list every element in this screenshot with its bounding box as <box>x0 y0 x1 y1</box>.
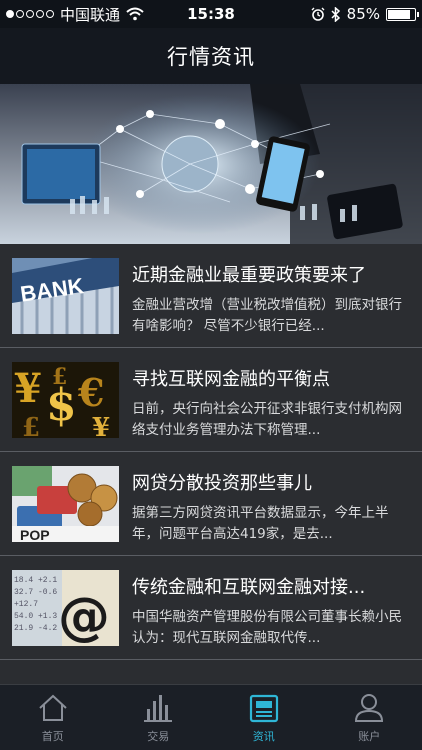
article-title: 寻找互联网金融的平衡点 <box>132 369 330 390</box>
battery-icon <box>386 7 419 21</box>
status-bar: 中国联通 15:38 85% <box>0 0 422 28</box>
tab-label: 交易 <box>147 730 170 743</box>
svg-text:£: £ <box>22 413 40 438</box>
list-item[interactable]: ¥ $ € £ ¥ £ 寻找互联网金融的平衡点 日前，央行向社会公开征求非银行支… <box>0 348 422 452</box>
article-summary: 中国华融资产管理股份有限公司董事长赖小民认为：现代互联网金融取代传... <box>132 609 402 646</box>
svg-text:+12.7: +12.7 <box>14 600 38 609</box>
tab-label: 首页 <box>41 730 64 743</box>
article-summary: 日前，央行向社会公开征求非银行支付机构网络支付业务管理办法下称管理... <box>132 401 402 438</box>
bluetooth-icon <box>331 6 340 22</box>
article-list: BANK 近期金融业最重要政策要来了 金融业营改增（营业税改增值税）到底对银行有… <box>0 244 422 660</box>
tab-account[interactable]: 账户 <box>317 685 422 750</box>
svg-text:£: £ <box>52 364 67 390</box>
svg-text:32.7 -0.6: 32.7 -0.6 <box>14 588 57 597</box>
currency-symbols-image: ¥ $ € £ ¥ £ <box>12 362 119 438</box>
article-summary: 金融业营改增（营业税改增值税）到底对银行有啥影响？ 尽管不少银行已经... <box>132 297 402 334</box>
article-summary: 据第三方网贷资讯平台数据显示，今年上半年，问题平台高达419家，是去... <box>132 505 389 542</box>
user-icon <box>355 694 384 722</box>
bank-building-image: BANK <box>12 258 119 334</box>
network-globe-illustration <box>0 84 422 244</box>
svg-text:54.0 +1.3: 54.0 +1.3 <box>14 612 57 621</box>
list-item[interactable]: BANK 近期金融业最重要政策要来了 金融业营改增（营业税改增值税）到底对银行有… <box>0 244 422 348</box>
alarm-icon <box>311 7 325 21</box>
bar-chart-icon <box>144 695 173 722</box>
battery-percent: 85% <box>346 5 380 23</box>
article-title: 近期金融业最重要政策要来了 <box>132 265 366 286</box>
list-item[interactable]: POP 网贷分散投资那些事儿 据第三方网贷资讯平台数据显示，今年上半年，问题平台… <box>0 452 422 556</box>
tab-news[interactable]: 资讯 <box>211 685 317 750</box>
page-title: 行情资讯 <box>167 45 255 69</box>
tab-bar: 首页 交易 资讯 账户 <box>0 684 422 750</box>
banner-image[interactable] <box>0 84 422 244</box>
svg-text:€: € <box>77 370 104 415</box>
article-title: 网贷分散投资那些事儿 <box>132 473 312 494</box>
svg-text:@: @ <box>58 587 110 646</box>
svg-text:POP: POP <box>20 527 50 542</box>
tab-label: 资讯 <box>252 730 275 743</box>
svg-text:¥: ¥ <box>14 365 42 412</box>
svg-text:18.4 +2.1: 18.4 +2.1 <box>14 576 57 585</box>
tab-home[interactable]: 首页 <box>0 685 106 750</box>
svg-text:21.9 -4.2: 21.9 -4.2 <box>14 624 57 633</box>
newspaper-icon <box>249 694 278 723</box>
svg-text:¥: ¥ <box>92 413 110 438</box>
tab-label: 账户 <box>358 730 381 743</box>
home-icon <box>39 694 67 721</box>
list-item[interactable]: 18.4 +2.1 32.7 -0.6 +12.7 54.0 +1.3 21.9 -… <box>0 556 422 660</box>
nav-bar: 行情资讯 <box>0 28 422 84</box>
tab-trade[interactable]: 交易 <box>106 685 212 750</box>
coins-cards-image: POP <box>12 466 119 542</box>
article-title: 传统金融和互联网金融对接... <box>132 577 366 598</box>
at-sign-finance-image: 18.4 +2.1 32.7 -0.6 +12.7 54.0 +1.3 21.9 -… <box>12 570 119 646</box>
